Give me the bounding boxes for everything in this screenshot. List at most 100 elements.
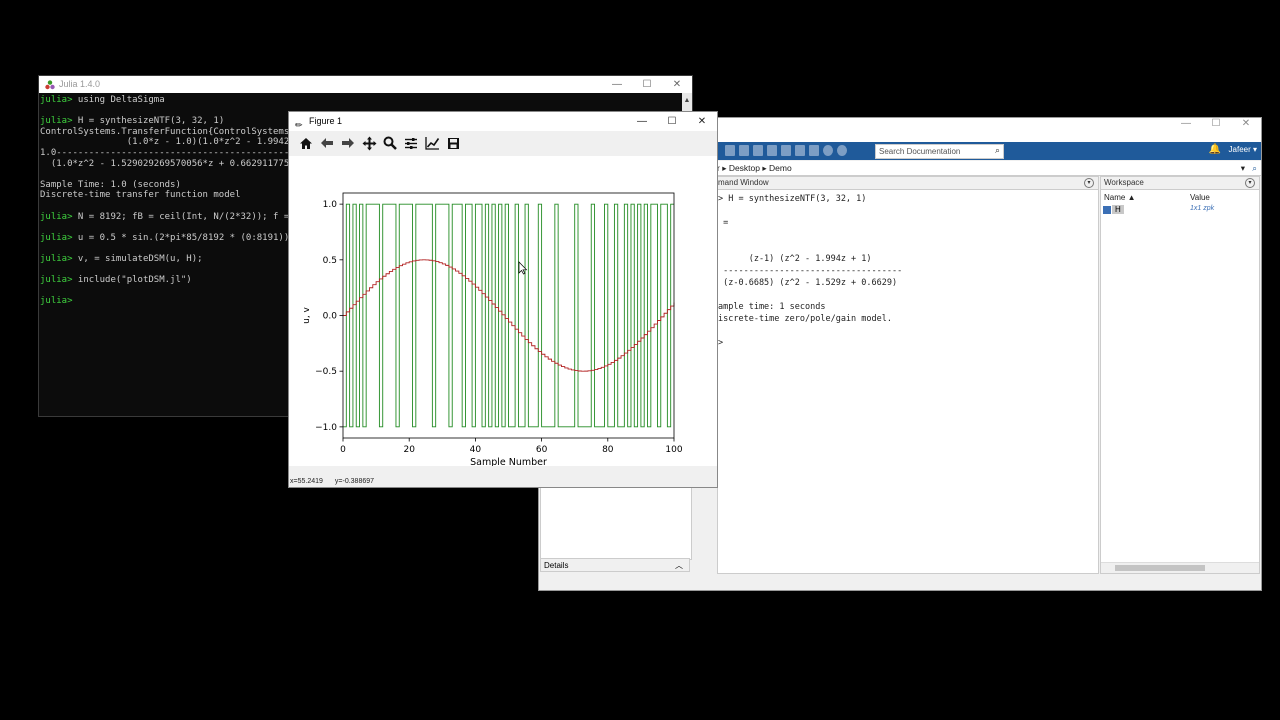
command-window-output[interactable]: > H = synthesizeNTF(3, 32, 1) = (z-1) (z… [718, 190, 1098, 349]
copy-icon[interactable] [753, 145, 763, 156]
save-icon[interactable] [444, 134, 462, 152]
minimize-icon[interactable]: — [627, 112, 657, 131]
figure-window[interactable]: ✏ Figure 1 — ☐ ✕ 0 20 40 60 80 100 1.0 0.5 0.0 −0… [288, 111, 718, 488]
terminal-text: ControlSystems.TransferFunction{ControlS… [40, 126, 295, 137]
search-icon[interactable]: ⌕ [1252, 161, 1257, 175]
terminal-text: N = 8192; fB = ceil(Int, N/(2*32)); f = [72, 211, 290, 222]
command-output-line: > [718, 338, 724, 348]
redo-icon[interactable] [795, 145, 805, 156]
x-tick-label: 100 [665, 445, 682, 455]
notification-bell-icon[interactable]: 🔔 [1209, 144, 1221, 155]
configure-subplots-icon[interactable] [402, 134, 420, 152]
figure-toolbar [289, 131, 717, 155]
maximize-icon[interactable]: ☐ [1201, 118, 1231, 142]
minimize-icon[interactable]: — [602, 76, 632, 93]
julia-prompt: julia> [40, 232, 73, 243]
julia-prompt: julia> [40, 116, 73, 127]
x-tick-label: 20 [403, 445, 415, 455]
close-icon[interactable]: ✕ [1231, 118, 1261, 142]
julia-prompt: julia> [40, 211, 73, 222]
y-tick-label: 0.5 [323, 256, 337, 266]
edit-axis-icon[interactable] [423, 134, 441, 152]
command-output-line: (z-0.6685) (z^2 - 1.529z + 0.6629) [718, 278, 898, 288]
details-panel-header[interactable]: Details ︿ [540, 558, 690, 572]
home-icon[interactable] [297, 134, 315, 152]
workspace-title: Workspace [1104, 178, 1144, 187]
minimize-icon[interactable]: — [1171, 118, 1201, 142]
terminal-line: julia> using DeltaSigma [40, 95, 692, 106]
scroll-up-icon[interactable]: ▲ [682, 93, 692, 111]
zoom-icon[interactable] [381, 134, 399, 152]
terminal-text: (1.0*z^2 - 1.529029269570056*z + 0.66291… [40, 158, 290, 169]
julia-logo-icon [45, 80, 55, 90]
plot-canvas[interactable]: 0 20 40 60 80 100 1.0 0.5 0.0 −0.5 −1.0 Sample Num… [289, 156, 717, 466]
julia-title-bar[interactable]: Julia 1.4.0 — ☐ ✕ [39, 76, 692, 93]
x-tick-label: 80 [602, 445, 614, 455]
command-window[interactable]: mand Window ▾ > H = synthesizeNTF(3, 32, … [717, 176, 1099, 574]
quick-access-toolbar: Search Documentation 🔔 Jafeer ▾ [717, 142, 1261, 160]
back-arrow-icon[interactable] [318, 134, 336, 152]
cursor-y-readout: y=-0.388697 [334, 478, 375, 485]
julia-prompt: julia> [40, 253, 73, 264]
command-window-title: mand Window [718, 178, 769, 187]
terminal-text: Sample Time: 1.0 (seconds) [40, 179, 181, 190]
column-header-value[interactable]: Value [1190, 193, 1210, 202]
terminal-text: include("plotDSM.jl") [72, 275, 192, 286]
command-output-line: ----------------------------------- [718, 266, 903, 276]
maximize-icon[interactable]: ☐ [657, 112, 687, 131]
status-bar: x=55.2419 y=-0.388697 [290, 478, 374, 485]
workspace-panel[interactable]: Workspace ▾ Name ▲ Value H 1x1 zpk [1100, 176, 1260, 574]
x-tick-label: 40 [470, 445, 482, 455]
user-account-menu[interactable]: Jafeer ▾ [1229, 145, 1257, 154]
workspace-browser-panel [540, 486, 692, 560]
current-folder-path[interactable]: r ▸ Desktop ▸ Demo ▾ ⌕ [717, 161, 1261, 176]
terminal-text: (1.0*z - 1.0)(1.0*z^2 - 1.9942 [40, 137, 290, 148]
command-output-line [718, 325, 1098, 337]
y-tick-label: 0.0 [323, 312, 338, 322]
y-tick-label: 1.0 [323, 200, 338, 210]
save-icon[interactable] [725, 145, 735, 156]
switch-windows-icon[interactable] [809, 145, 819, 156]
cursor-x-readout: x=55.2419 [290, 478, 323, 485]
command-output-line: (z-1) (z^2 - 1.994z + 1) [718, 254, 872, 264]
x-axis-label: Sample Number [470, 457, 547, 466]
terminal-text: 1.0-------------------------------------… [40, 147, 290, 158]
command-output-line: iscrete-time zero/pole/gain model. [718, 314, 892, 324]
chevron-up-icon[interactable]: ︿ [675, 559, 683, 573]
panel-menu-icon[interactable]: ▾ [1084, 178, 1094, 188]
chevron-down-icon[interactable]: ▾ [1241, 161, 1245, 175]
panel-menu-icon[interactable]: ▾ [1245, 178, 1255, 188]
help-icon[interactable] [823, 145, 833, 156]
paste-icon[interactable] [767, 145, 777, 156]
command-output-line [718, 229, 1098, 241]
horizontal-scrollbar[interactable] [1101, 562, 1259, 573]
community-icon[interactable] [837, 145, 847, 156]
pan-icon[interactable] [360, 134, 378, 152]
command-output-line [718, 241, 1098, 253]
terminal-text: u = 0.5 * sin.(2*pi*85/8192 * (0:8191)); [72, 232, 295, 243]
command-output-line: = [718, 218, 729, 228]
julia-title: Julia 1.4.0 [59, 79, 101, 89]
search-documentation-input[interactable]: Search Documentation [875, 144, 1004, 159]
close-icon[interactable]: ✕ [687, 112, 717, 131]
command-output-line [718, 205, 1098, 217]
terminal-text: using DeltaSigma [72, 95, 165, 105]
matplotlib-logo-icon: ✏ [295, 120, 303, 130]
workspace-variable-row[interactable]: H 1x1 zpk [1101, 205, 1259, 217]
close-icon[interactable]: ✕ [662, 76, 692, 93]
maximize-icon[interactable]: ☐ [632, 76, 662, 93]
y-tick-label: −0.5 [315, 367, 337, 377]
command-output-line: ample time: 1 seconds [718, 302, 826, 312]
figure-title-bar[interactable]: ✏ Figure 1 — ☐ ✕ [289, 112, 717, 131]
undo-icon[interactable] [781, 145, 791, 156]
cut-icon[interactable] [739, 145, 749, 156]
command-output-line: > H = synthesizeNTF(3, 32, 1) [718, 194, 867, 204]
column-header-name[interactable]: Name ▲ [1104, 193, 1135, 202]
forward-arrow-icon[interactable] [339, 134, 357, 152]
julia-prompt: julia> [40, 95, 73, 105]
